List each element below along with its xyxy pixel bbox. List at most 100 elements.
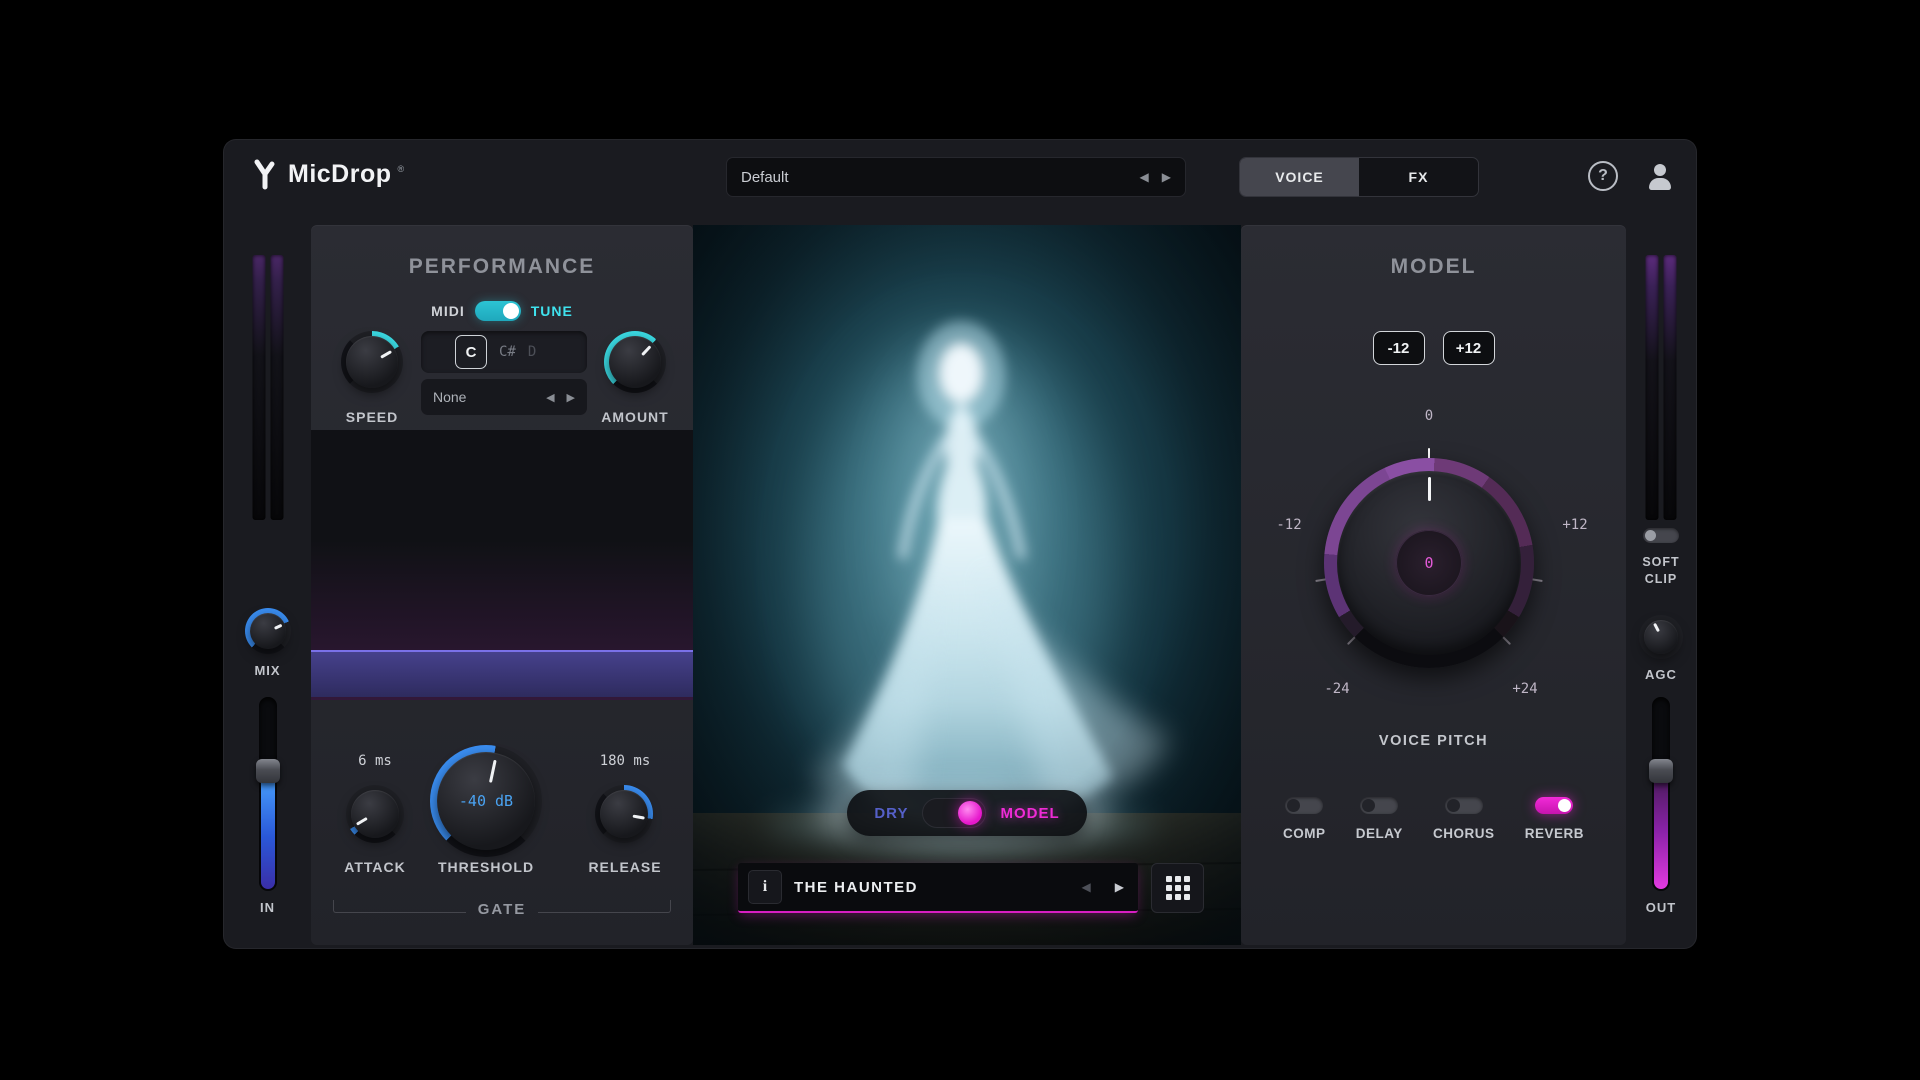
account-icon[interactable] — [1644, 161, 1676, 193]
soft-clip-toggle[interactable] — [1643, 528, 1679, 543]
pitch-scale-minus24: -24 — [1315, 681, 1359, 697]
tune-display — [311, 430, 693, 700]
output-meters — [1646, 255, 1677, 520]
model-selector[interactable]: i THE HAUNTED ◀ ▶ — [738, 863, 1138, 913]
attack-knob[interactable] — [346, 785, 404, 843]
agc-label: AGC — [1626, 667, 1696, 682]
grid-icon — [1166, 876, 1190, 900]
scale-value: None — [433, 389, 466, 405]
dry-label: DRY — [874, 805, 908, 822]
pitch-minus-button[interactable]: -12 — [1373, 331, 1425, 365]
input-meter-left — [252, 255, 265, 520]
brand: MicDrop ® — [252, 158, 404, 190]
brand-icon — [252, 158, 278, 190]
note-selector[interactable]: C C# D — [421, 331, 587, 373]
comp-label: COMP — [1283, 826, 1326, 841]
model-browser-button[interactable] — [1151, 863, 1204, 913]
release-label: RELEASE — [579, 859, 671, 875]
brand-name: MicDrop — [288, 160, 392, 189]
output-gain-fill — [1654, 773, 1668, 889]
model-prev-icon[interactable]: ◀ — [1082, 880, 1091, 894]
pitch-plus-button[interactable]: +12 — [1443, 331, 1495, 365]
attack-value: 6 ms — [329, 753, 421, 769]
out-label: OUT — [1626, 900, 1696, 915]
pitch-scale-plus12: +12 — [1553, 517, 1597, 533]
agc-knob[interactable] — [1639, 615, 1683, 659]
tab-voice[interactable]: VOICE — [1240, 158, 1359, 196]
top-bar: MicDrop ® Default ◀ ▶ VOICE FX ? — [224, 140, 1696, 215]
input-rail: MIX IN — [224, 225, 311, 945]
reverb-toggle[interactable] — [1535, 797, 1573, 814]
output-gain-handle[interactable] — [1649, 759, 1673, 783]
gate-group: GATE — [333, 889, 671, 913]
model-next-icon[interactable]: ▶ — [1115, 880, 1124, 894]
preset-next-icon[interactable]: ▶ — [1162, 170, 1171, 184]
output-meter-left — [1646, 255, 1659, 520]
midi-tune-toggle[interactable] — [475, 301, 521, 321]
preset-prev-icon[interactable]: ◀ — [1140, 170, 1149, 184]
in-label: IN — [224, 900, 311, 915]
amount-label: AMOUNT — [583, 409, 687, 425]
midi-tune-row: MIDI TUNE — [311, 301, 693, 321]
input-meter-right — [270, 255, 283, 520]
mode-tabs: VOICE FX — [1239, 157, 1479, 197]
plugin-window: MicDrop ® Default ◀ ▶ VOICE FX ? — [224, 140, 1696, 948]
speed-knob[interactable] — [341, 331, 403, 393]
scale-prev-icon[interactable]: ◀ — [546, 391, 554, 404]
model-panel: MODEL -12 +12 0 0 -12 +12 -24 +24 VOIC — [1241, 225, 1626, 945]
gate-bracket-right — [538, 900, 671, 913]
dry-model-toggle-group: DRY MODEL — [847, 790, 1087, 836]
amount-knob[interactable] — [604, 331, 666, 393]
preset-value: Default — [741, 169, 789, 186]
reverb-label: REVERB — [1525, 826, 1584, 841]
note-current[interactable]: C — [455, 335, 487, 369]
ghost-artwork — [693, 225, 1241, 945]
scale-next-icon[interactable]: ▶ — [567, 391, 575, 404]
preset-selector[interactable]: Default ◀ ▶ — [726, 157, 1186, 197]
output-rail: SOFT CLIP AGC OUT — [1626, 225, 1696, 945]
comp-toggle[interactable] — [1285, 797, 1323, 814]
release-value: 180 ms — [579, 753, 671, 769]
scale-dropdown[interactable]: None ◀ ▶ — [421, 379, 587, 415]
input-gain-fill — [261, 773, 275, 889]
soft-clip-label-line2: CLIP — [1626, 572, 1696, 586]
dry-model-switch[interactable] — [922, 798, 986, 828]
tab-fx[interactable]: FX — [1359, 158, 1478, 196]
pitch-scale-plus24: +24 — [1503, 681, 1547, 697]
brand-trademark: ® — [398, 164, 405, 174]
threshold-label: THRESHOLD — [430, 859, 542, 875]
input-gain-handle[interactable] — [256, 759, 280, 783]
tune-label: TUNE — [531, 303, 573, 319]
model-artwork-stage: DRY MODEL i THE HAUNTED ◀ ▶ — [693, 225, 1241, 945]
fx-toggle-row: COMP DELAY CHORUS REVERB — [1283, 797, 1584, 841]
chorus-label: CHORUS — [1433, 826, 1495, 841]
threshold-knob[interactable]: -40 dB — [430, 745, 542, 857]
note-next: C# — [499, 344, 516, 360]
model-title: MODEL — [1241, 255, 1626, 279]
input-gain-slider[interactable] — [259, 697, 277, 891]
voice-pitch-knob[interactable]: 0 — [1324, 458, 1534, 668]
model-selector-row: i THE HAUNTED ◀ ▶ — [738, 863, 1204, 913]
tune-display-band — [311, 650, 693, 697]
help-button[interactable]: ? — [1588, 161, 1618, 191]
input-meters — [252, 255, 283, 520]
voice-pitch-label: VOICE PITCH — [1241, 733, 1626, 749]
delay-toggle[interactable] — [1360, 797, 1398, 814]
model-name: THE HAUNTED — [794, 879, 1070, 896]
attack-label: ATTACK — [329, 859, 421, 875]
release-knob[interactable] — [595, 785, 653, 843]
pitch-value: 0 — [1396, 530, 1462, 596]
model-toggle-label: MODEL — [1000, 805, 1059, 822]
info-button[interactable]: i — [748, 870, 782, 904]
pitch-step-buttons: -12 +12 — [1241, 331, 1626, 365]
delay-label: DELAY — [1356, 826, 1403, 841]
screen: MicDrop ® Default ◀ ▶ VOICE FX ? — [0, 0, 1920, 1080]
performance-title: PERFORMANCE — [311, 255, 693, 279]
mix-knob[interactable] — [245, 608, 291, 654]
chorus-toggle[interactable] — [1445, 797, 1483, 814]
threshold-value: -40 dB — [430, 745, 542, 857]
note-after-next: D — [528, 344, 536, 360]
pitch-scale-minus12: -12 — [1267, 517, 1311, 533]
midi-label: MIDI — [431, 303, 465, 319]
output-gain-slider[interactable] — [1652, 697, 1670, 891]
